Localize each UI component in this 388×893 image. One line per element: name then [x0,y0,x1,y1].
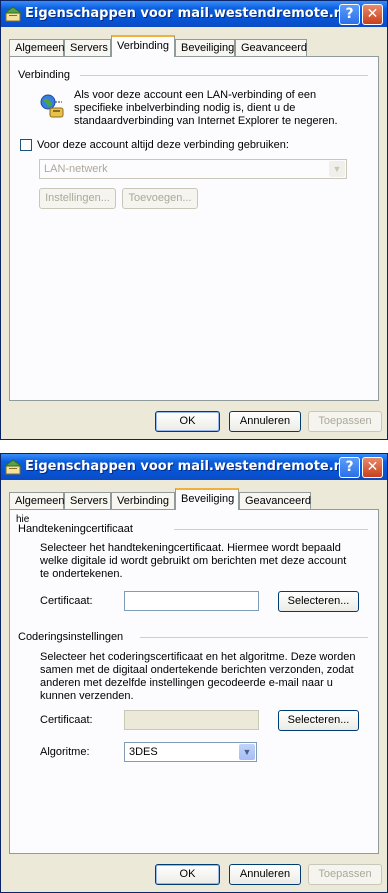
group-divider [174,529,368,530]
encryption-description: Selecteer het coderingscertificaat en he… [40,651,356,703]
group-divider [140,637,368,638]
connection-dropdown[interactable]: LAN-netwerk ▼ [39,159,347,179]
description-line: Als voor deze account een LAN-verbinding… [74,89,317,101]
settings-button[interactable]: Instellingen... [39,188,116,209]
chevron-down-icon: ▼ [329,161,345,177]
tab-panel-connection: Verbinding Als voor deze account een LAN… [9,56,379,401]
tab-servers[interactable]: Servers [64,39,111,56]
always-use-connection-label[interactable]: Voor deze account altijd deze verbinding… [37,139,289,152]
ok-button[interactable]: OK [155,864,220,885]
description-line: Selecteer het coderingscertificaat en he… [40,651,356,663]
algorithm-dropdown-value: 3DES [129,746,158,758]
cancel-button[interactable]: Annuleren [229,864,301,885]
connection-description: Als voor deze account een LAN-verbinding… [74,89,338,128]
signing-certificate-field[interactable] [124,591,259,611]
tab-servers[interactable]: Servers [64,492,111,509]
description-line: standaardverbinding van Internet Explore… [74,115,338,127]
tab-strip: Algemeen Servers Verbinding Beveiliging … [9,488,379,510]
title-bar[interactable]: Eigenschappen voor mail.westendremote.nl… [1,1,387,27]
algorithm-dropdown[interactable]: 3DES ▼ [124,742,257,762]
signing-certificate-label: Certificaat: [40,595,93,607]
tab-general[interactable]: Algemeen [9,492,65,509]
tab-connection[interactable]: Verbinding [111,35,175,57]
properties-dialog-security: Eigenschappen voor mail.westendremote.nl… [0,453,388,893]
chevron-down-icon: ▼ [239,744,255,760]
apply-button[interactable]: Toepassen [308,864,382,885]
close-button[interactable]: ✕ [362,4,383,25]
properties-dialog-connection: Eigenschappen voor mail.westendremote.nl… [0,0,388,440]
group-title-encryption: Coderingsinstellingen [18,631,128,643]
description-line: kunnen verzenden. [40,690,134,702]
tab-security[interactable]: Beveiliging [175,488,239,510]
description-line: specifieke inbelverbinding nodig is, die… [74,102,296,114]
signing-description: Selecteer het handtekeningcertificaat. H… [40,542,346,581]
cancel-button[interactable]: Annuleren [229,411,301,432]
description-line: te ondertekenen. [40,568,123,580]
tab-advanced[interactable]: Geavanceerd [239,492,311,509]
encryption-certificate-label: Certificaat: [40,714,93,726]
help-button[interactable]: ? [339,457,360,478]
apply-button[interactable]: Toepassen [308,411,382,432]
connection-dropdown-value: LAN-netwerk [44,163,108,175]
network-connection-icon [40,94,64,118]
tab-panel-security: hie Handtekeningcertificaat Selecteer he… [9,509,379,854]
tab-general[interactable]: Algemeen [9,39,65,56]
tab-connection[interactable]: Verbinding [111,492,175,509]
encryption-certificate-field[interactable] [124,710,259,730]
description-line: welke digitale id wordt gebruikt om beri… [40,555,347,567]
tab-advanced[interactable]: Geavanceerd [235,39,307,56]
always-use-connection-checkbox[interactable] [20,139,32,151]
tab-security[interactable]: Beveiliging [175,39,235,56]
window-title: Eigenschappen voor mail.westendremote.nl [25,459,348,474]
add-button[interactable]: Toevoegen... [122,188,198,209]
help-button[interactable]: ? [339,4,360,25]
algorithm-label: Algoritme: [40,746,90,758]
ok-button[interactable]: OK [155,411,220,432]
signing-select-button[interactable]: Selecteren... [278,591,359,612]
description-line: anderen met dezelfde instellingen gecode… [40,677,333,689]
window-title: Eigenschappen voor mail.westendremote.nl [25,6,348,21]
title-bar[interactable]: Eigenschappen voor mail.westendremote.nl… [1,454,387,480]
encryption-select-button[interactable]: Selecteren... [278,710,359,731]
group-divider [80,75,368,76]
group-title-connection: Verbinding [18,69,74,81]
tab-strip: Algemeen Servers Verbinding Beveiliging … [9,35,379,57]
description-line: samen met de digitaal ondertekende beric… [40,664,354,676]
mail-account-icon [5,459,21,475]
description-line: Selecteer het handtekeningcertificaat. H… [40,542,341,554]
group-title-signing: Handtekeningcertificaat [18,523,137,535]
mail-account-icon [5,6,21,22]
close-button[interactable]: ✕ [362,457,383,478]
